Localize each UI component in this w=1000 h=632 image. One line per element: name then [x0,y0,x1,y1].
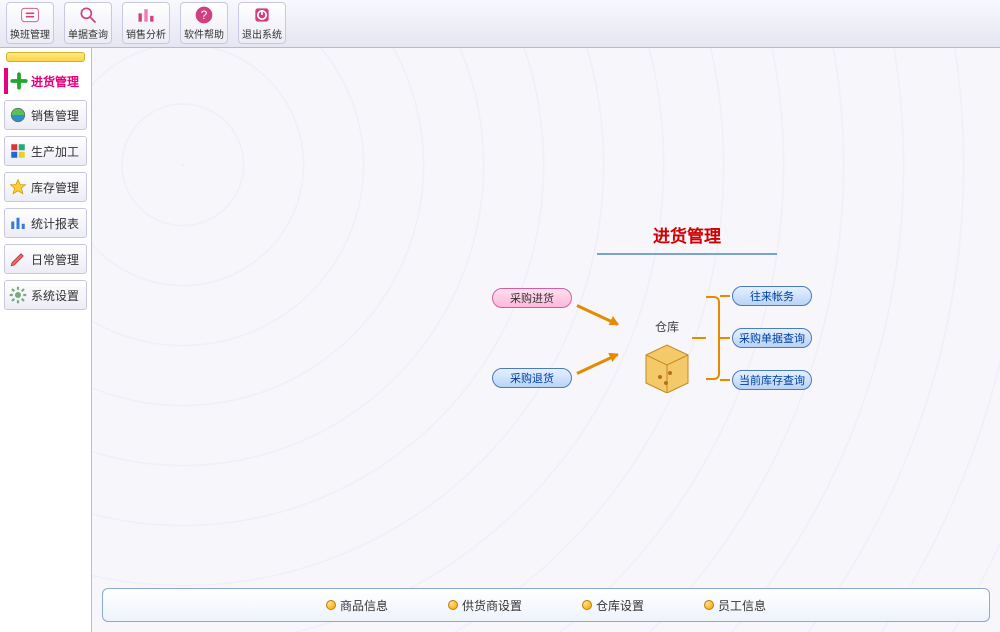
bottom-bar: 商品信息 供货商设置 仓库设置 员工信息 [102,588,990,622]
sidebar-item-purchase[interactable]: 进货管理 [4,68,87,94]
toolbar-label: 单据查询 [68,26,108,41]
bracket-arm [720,379,730,381]
bracket-arm [720,337,730,339]
sidebar-item-production[interactable]: 生产加工 [4,136,87,166]
bottom-link-label: 员工信息 [718,597,766,614]
sidebar-label: 统计报表 [31,215,79,232]
bottom-link-label: 商品信息 [340,597,388,614]
swap-icon [20,5,40,25]
bottom-link-goods[interactable]: 商品信息 [326,597,388,614]
pill-label: 采购单据查询 [739,330,805,346]
pencil-icon [9,250,27,268]
box-icon [640,339,694,393]
dot-icon [704,600,714,610]
btn-purchase-docs[interactable]: 采购单据查询 [732,328,812,348]
bars-icon [136,5,156,25]
bottom-link-label: 仓库设置 [596,597,644,614]
btn-purchase-in[interactable]: 采购进货 [492,288,572,308]
toolbar-shift-mgmt-button[interactable]: 换班管理 [6,2,54,44]
btn-current-stock[interactable]: 当前库存查询 [732,370,812,390]
blocks-icon [9,142,27,160]
search-icon [78,5,98,25]
sidebar-label: 库存管理 [31,179,79,196]
dot-icon [582,600,592,610]
chart-icon [9,214,27,232]
star-icon [9,178,27,196]
sidebar-label: 日常管理 [31,251,79,268]
sidebar-label: 进货管理 [31,73,79,90]
section-title: 进货管理 [597,222,777,255]
pill-label: 往来帐务 [750,288,794,304]
sidebar-item-daily[interactable]: 日常管理 [4,244,87,274]
pill-label: 当前库存查询 [739,372,805,388]
power-icon [252,5,272,25]
dot-icon [326,600,336,610]
bottom-link-supplier[interactable]: 供货商设置 [448,597,522,614]
sidebar-item-sales[interactable]: 销售管理 [4,100,87,130]
svg-text:?: ? [201,9,208,22]
dot-icon [448,600,458,610]
toolbar-label: 换班管理 [10,26,50,41]
sidebar: 进货管理 销售管理 生产加工 库存管理 统计报表 日常管理 系统设置 [0,48,92,632]
sidebar-label: 生产加工 [31,143,79,160]
sidebar-label: 系统设置 [31,287,79,304]
sidebar-item-settings[interactable]: 系统设置 [4,280,87,310]
gear-icon [9,286,27,304]
warehouse-node: 仓库 [632,318,702,393]
pill-label: 采购退货 [510,370,554,386]
bracket-connector [706,296,720,380]
bracket-arm [720,295,730,297]
toolbar-sales-analysis-button[interactable]: 销售分析 [122,2,170,44]
toolbar-label: 软件帮助 [184,26,224,41]
bottom-link-staff[interactable]: 员工信息 [704,597,766,614]
warehouse-label: 仓库 [655,320,679,334]
sidebar-label: 销售管理 [31,107,79,124]
btn-accounts[interactable]: 往来帐务 [732,286,812,306]
main-canvas: 进货管理 采购进货 采购退货 仓库 往来帐务 采购单据查询 当前库存查询 [92,48,1000,632]
bracket-stem [692,337,706,339]
plus-icon [10,72,28,90]
toolbar-label: 退出系统 [242,26,282,41]
top-toolbar: 换班管理 单据查询 销售分析 ? 软件帮助 退出系统 [0,0,1000,48]
bottom-link-label: 供货商设置 [462,597,522,614]
globe-icon [9,106,27,124]
toolbar-bill-query-button[interactable]: 单据查询 [64,2,112,44]
bottom-link-warehouse-setting[interactable]: 仓库设置 [582,597,644,614]
toolbar-label: 销售分析 [126,26,166,41]
toolbar-exit-button[interactable]: 退出系统 [238,2,286,44]
sidebar-strip [6,52,85,62]
sidebar-item-reports[interactable]: 统计报表 [4,208,87,238]
arrow-icon [576,353,618,375]
help-icon: ? [194,5,214,25]
pill-label: 采购进货 [510,290,554,306]
sidebar-item-inventory[interactable]: 库存管理 [4,172,87,202]
arrow-icon [576,304,618,326]
btn-purchase-return[interactable]: 采购退货 [492,368,572,388]
toolbar-help-button[interactable]: ? 软件帮助 [180,2,228,44]
